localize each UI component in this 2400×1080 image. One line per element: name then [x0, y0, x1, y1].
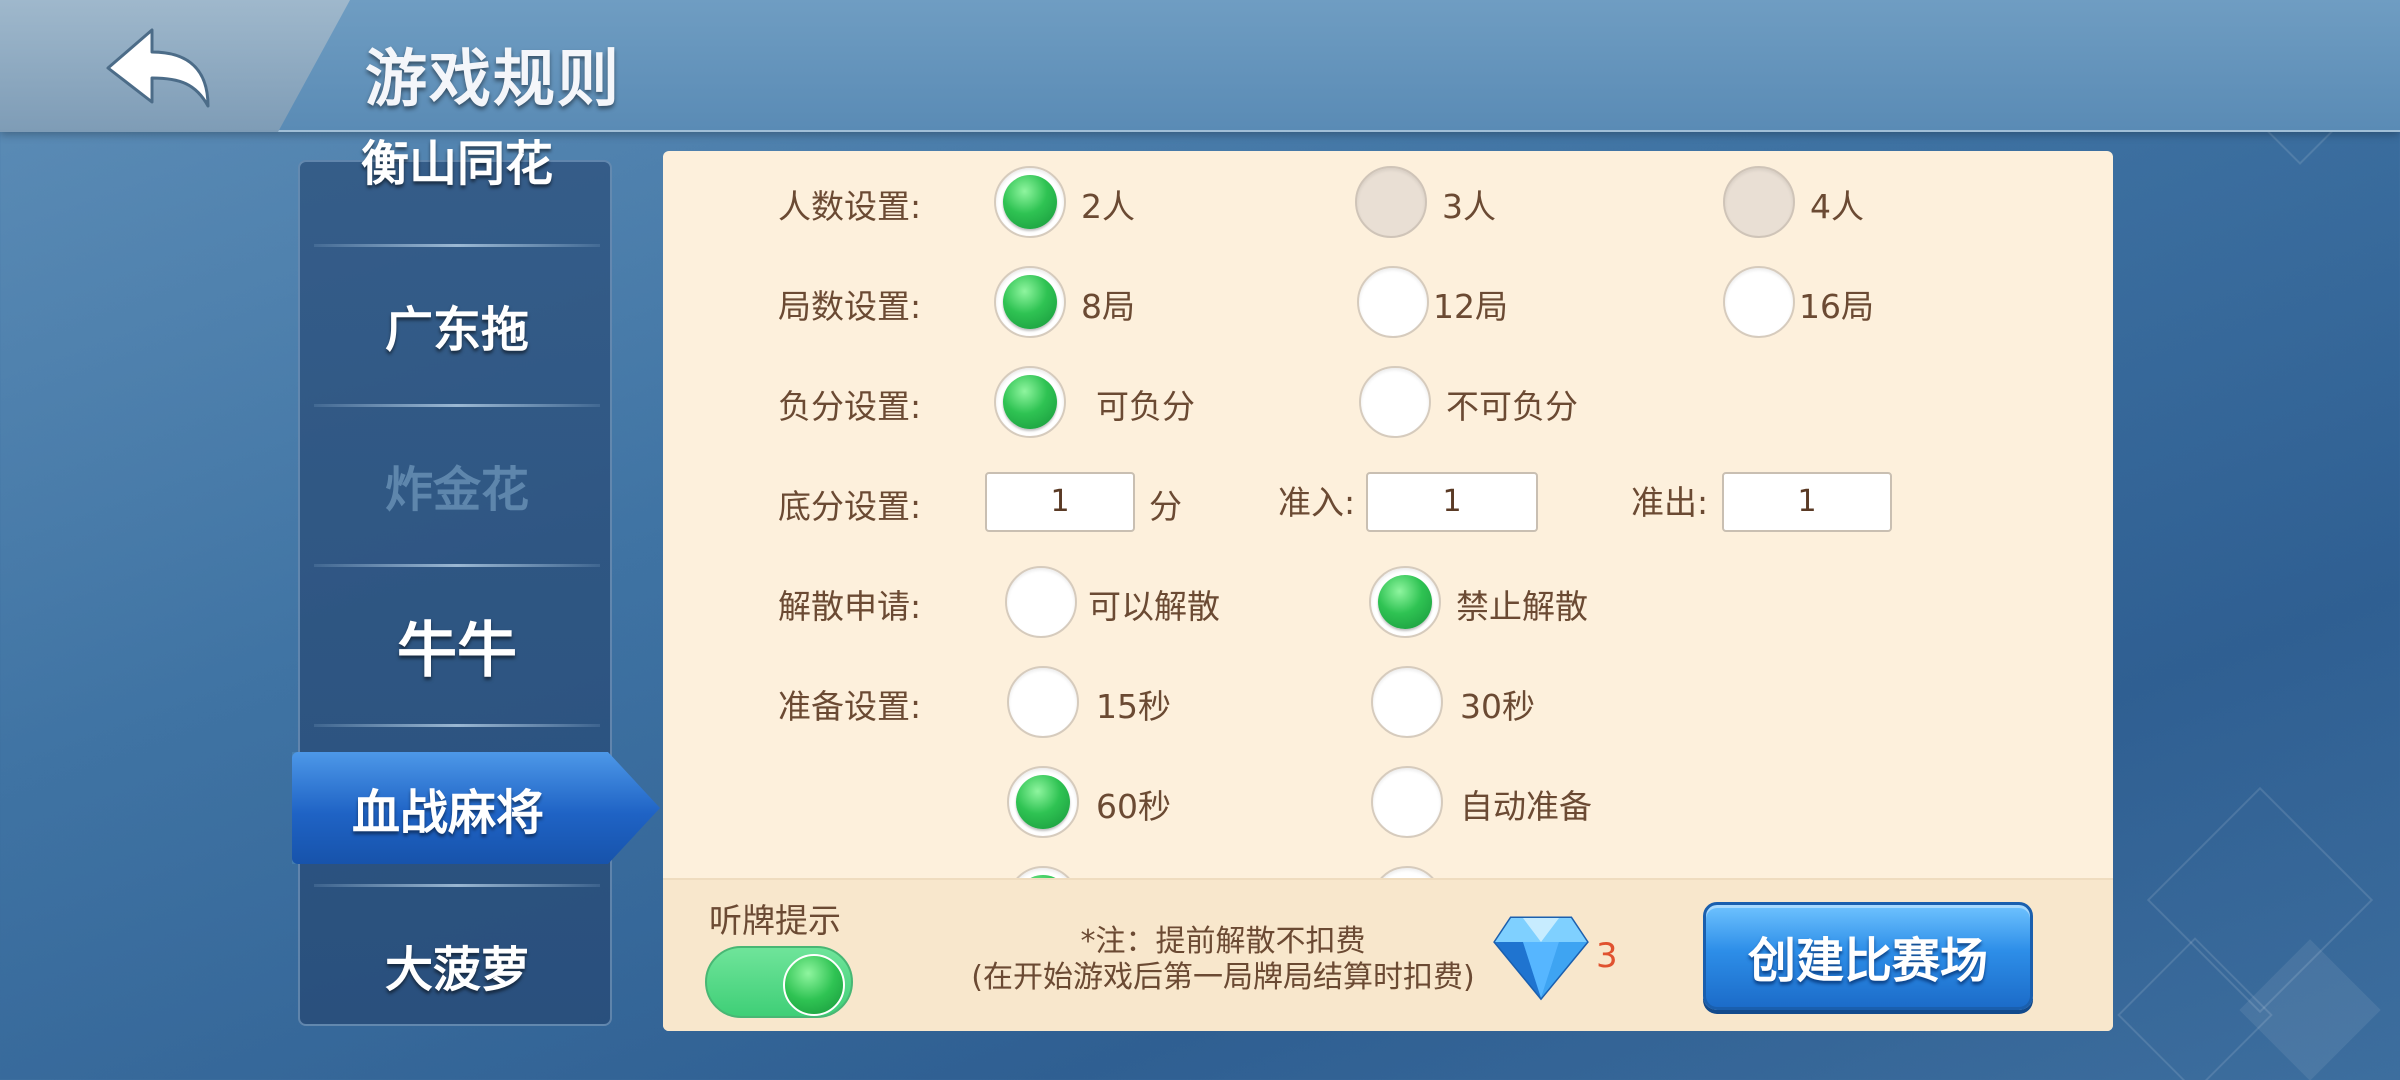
players-label: 人数设置:	[778, 187, 922, 226]
sidebar-divider	[314, 724, 600, 727]
option-label: 2人	[1081, 187, 1135, 226]
dissolve-label: 解散申请:	[778, 587, 922, 626]
radio-negative-forbidden[interactable]	[1359, 366, 1431, 438]
radio-ready-15s[interactable]	[1007, 666, 1079, 738]
exit-input[interactable]: 1	[1722, 472, 1892, 532]
option-label: 3人	[1442, 187, 1496, 226]
radio-ready-60s[interactable]	[1007, 766, 1079, 838]
sidebar-item-xuezhan-mahjong[interactable]: 血战麻将	[292, 752, 660, 864]
sidebar-item-dabolo[interactable]: 大菠萝	[300, 886, 614, 1044]
sidebar-item-label: 广东拖	[384, 302, 529, 358]
rounds-label: 局数设置:	[778, 287, 922, 326]
base-score-unit: 分	[1149, 487, 1182, 526]
radio-players-3[interactable]	[1355, 166, 1427, 238]
back-arrow-icon	[106, 28, 210, 108]
option-label: 自动准备	[1460, 787, 1592, 826]
sidebar-item-niuniu[interactable]: 牛牛	[300, 566, 614, 724]
sidebar-item-label: 血战麻将	[352, 785, 545, 841]
radio-players-2[interactable]	[994, 166, 1066, 238]
option-label: 可以解散	[1088, 587, 1220, 626]
diamond-gem-icon	[1493, 916, 1589, 1001]
entry-label: 准入:	[1278, 483, 1356, 522]
header-bar: 游戏规则	[0, 0, 2400, 132]
page-title: 游戏规则	[365, 42, 622, 115]
gem-cost-count: 3	[1596, 936, 1618, 976]
sidebar-item-label: 炸金花	[384, 462, 529, 518]
sidebar-item-label: 衡山同花	[360, 136, 553, 192]
sidebar-item-label: 牛牛	[397, 615, 517, 686]
radio-dissolve-allow[interactable]	[1005, 566, 1077, 638]
exit-label: 准出:	[1631, 483, 1709, 522]
entry-input[interactable]: 1	[1366, 472, 1538, 532]
radio-ready-30s[interactable]	[1371, 666, 1443, 738]
option-label: 禁止解散	[1456, 587, 1588, 626]
base-score-input[interactable]: 1	[985, 472, 1135, 532]
game-list-sidebar: 衡山同花 广东拖 炸金花 牛牛 血战麻将 大菠萝	[292, 136, 660, 1026]
sidebar-item-zhajinhua[interactable]: 炸金花	[300, 406, 614, 564]
ready-label: 准备设置:	[778, 687, 922, 726]
back-button[interactable]	[0, 0, 350, 132]
radio-negative-allowed[interactable]	[994, 366, 1066, 438]
option-label: 12局	[1433, 287, 1508, 326]
option-label: 60秒	[1096, 787, 1171, 826]
radio-rounds-12[interactable]	[1357, 266, 1429, 338]
radio-ready-auto[interactable]	[1371, 766, 1443, 838]
radio-rounds-16[interactable]	[1723, 266, 1795, 338]
option-label: 16局	[1799, 287, 1874, 326]
negative-label: 负分设置:	[778, 387, 922, 426]
radio-dissolve-forbid[interactable]	[1369, 566, 1441, 638]
option-label: 可负分	[1096, 387, 1195, 426]
option-label: 不可负分	[1446, 387, 1578, 426]
option-label: 30秒	[1460, 687, 1535, 726]
base-score-label: 底分设置:	[778, 487, 922, 526]
option-label: 8局	[1081, 287, 1135, 326]
rules-panel: 人数设置: 2人 3人 4人 局数设置: 8局 12局 16局 负分设置: 可负…	[663, 151, 2113, 1031]
sidebar-item-guangdongtuo[interactable]: 广东拖	[300, 246, 614, 404]
option-label: 4人	[1810, 187, 1864, 226]
panel-footer: 听牌提示 *注：提前解散不扣费 (在开始游戏后第一局牌局结算时扣费) 3 创建比…	[663, 878, 2113, 1031]
radio-rounds-8[interactable]	[994, 266, 1066, 338]
option-label: 15秒	[1096, 687, 1171, 726]
sidebar-item-label: 大菠萝	[384, 942, 529, 998]
create-match-button[interactable]: 创建比赛场	[1703, 902, 2033, 1010]
radio-players-4[interactable]	[1723, 166, 1795, 238]
